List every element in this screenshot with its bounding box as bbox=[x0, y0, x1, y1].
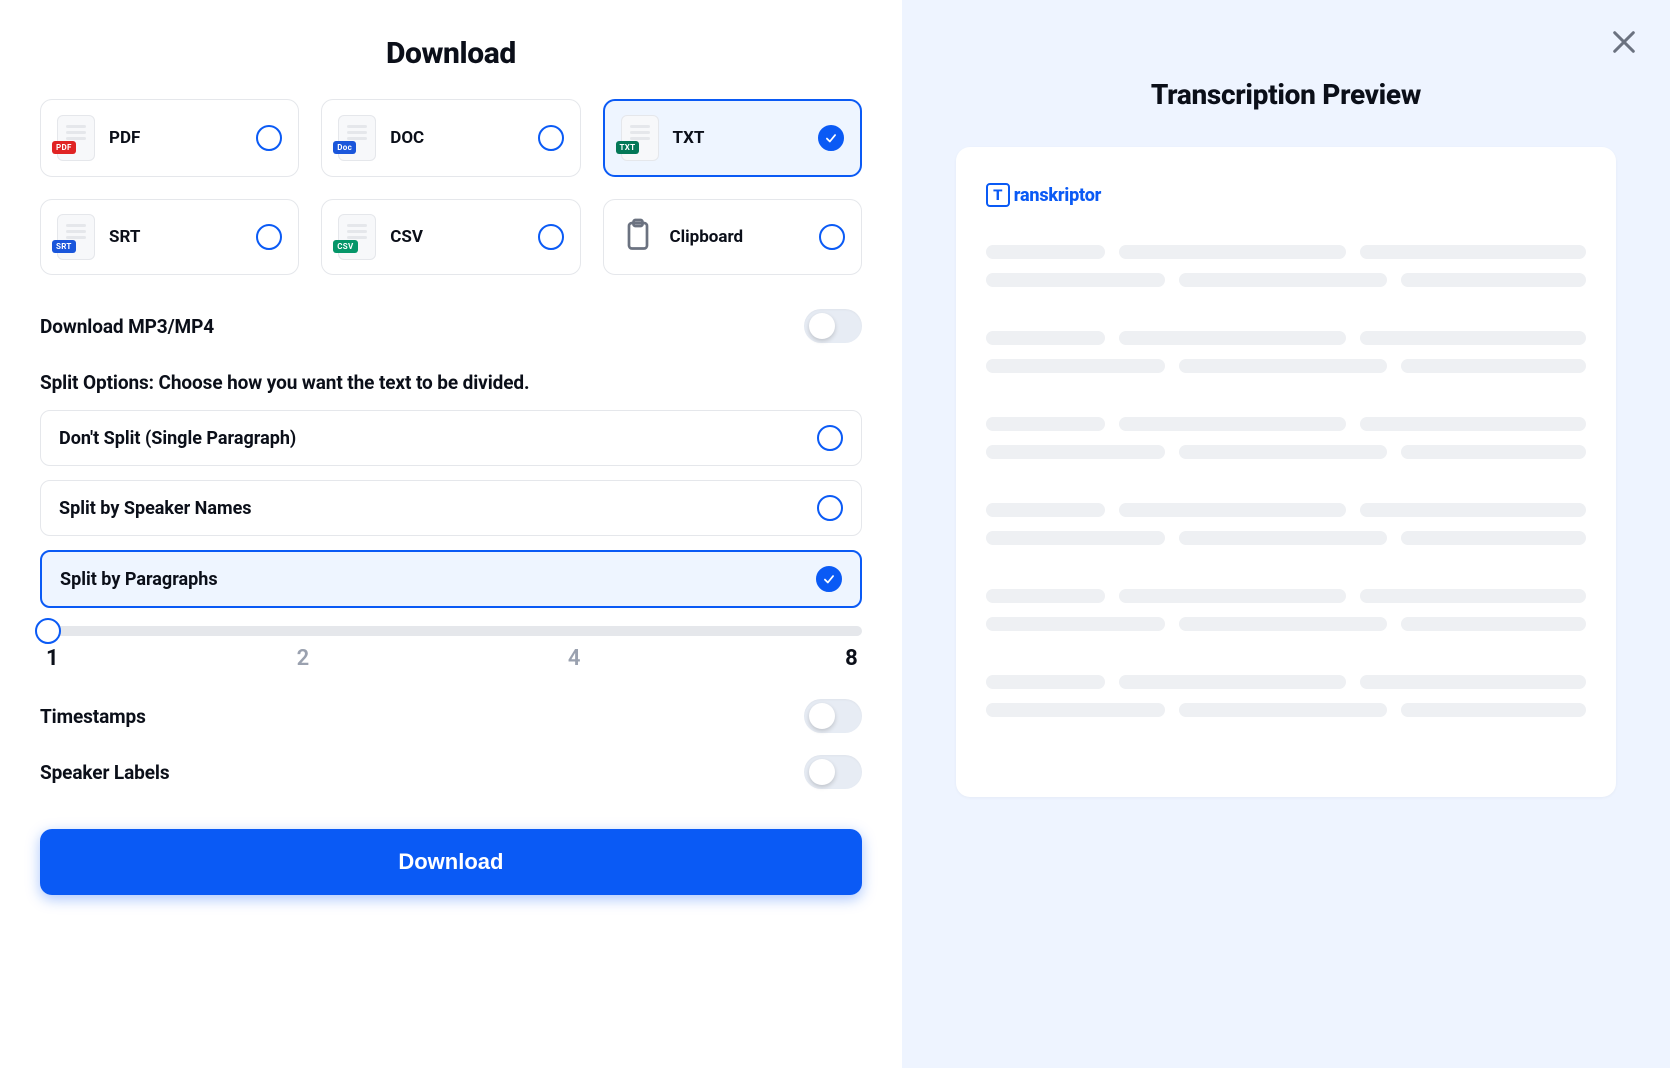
paragraph-count-slider[interactable]: 1 2 4 8 bbox=[40, 626, 862, 671]
file-badge: PDF bbox=[52, 141, 76, 154]
close-icon[interactable] bbox=[1608, 26, 1640, 58]
format-tile-txt[interactable]: TXTTXT bbox=[603, 99, 862, 177]
file-badge: Doc bbox=[333, 141, 356, 154]
slider-thumb[interactable] bbox=[35, 618, 61, 644]
format-label: Clipboard bbox=[670, 227, 744, 247]
mp3-mp4-label: Download MP3/MP4 bbox=[40, 315, 214, 338]
slider-tick-1: 1 bbox=[46, 646, 59, 671]
split-option-label: Split by Speaker Names bbox=[59, 498, 252, 519]
slider-tick-4: 4 bbox=[568, 646, 581, 671]
speaker-labels-row: Speaker Labels bbox=[40, 747, 862, 797]
download-button[interactable]: Download bbox=[40, 829, 862, 895]
split-options: Don't Split (Single Paragraph) Split by S… bbox=[40, 410, 862, 608]
file-badge: SRT bbox=[52, 240, 76, 253]
file-icon: SRT bbox=[57, 214, 95, 260]
split-option-label: Don't Split (Single Paragraph) bbox=[59, 428, 296, 449]
file-badge: TXT bbox=[616, 141, 640, 154]
file-icon: CSV bbox=[338, 214, 376, 260]
timestamps-row: Timestamps bbox=[40, 691, 862, 741]
download-dialog: Download PDFPDFDocDOCTXTTXTSRTSRTCSVCSVC… bbox=[0, 0, 1670, 1068]
split-caption: Split Options: Choose how you want the t… bbox=[40, 371, 862, 394]
file-icon: TXT bbox=[621, 115, 659, 161]
format-tile-csv[interactable]: CSVCSV bbox=[321, 199, 580, 275]
slider-track[interactable] bbox=[40, 626, 862, 636]
radio-indicator[interactable] bbox=[817, 425, 843, 451]
format-label: SRT bbox=[109, 227, 140, 247]
format-tile-pdf[interactable]: PDFPDF bbox=[40, 99, 299, 177]
preview-skeleton bbox=[986, 245, 1586, 717]
radio-indicator[interactable] bbox=[816, 566, 842, 592]
split-option[interactable]: Split by Speaker Names bbox=[40, 480, 862, 536]
radio-indicator[interactable] bbox=[256, 224, 282, 250]
radio-indicator[interactable] bbox=[819, 224, 845, 250]
download-settings-panel: Download PDFPDFDocDOCTXTTXTSRTSRTCSVCSVC… bbox=[0, 0, 902, 1068]
slider-tick-8: 8 bbox=[845, 646, 858, 671]
split-option[interactable]: Split by Paragraphs bbox=[40, 550, 862, 608]
format-tile-srt[interactable]: SRTSRT bbox=[40, 199, 299, 275]
mp3-mp4-toggle[interactable] bbox=[804, 309, 862, 343]
split-option[interactable]: Don't Split (Single Paragraph) bbox=[40, 410, 862, 466]
timestamps-label: Timestamps bbox=[40, 705, 146, 728]
file-badge: CSV bbox=[333, 240, 357, 253]
brand-logo: T ranskriptor bbox=[986, 183, 1101, 207]
preview-title: Transcription Preview bbox=[956, 78, 1616, 111]
radio-indicator[interactable] bbox=[538, 224, 564, 250]
radio-indicator[interactable] bbox=[256, 125, 282, 151]
format-label: DOC bbox=[390, 128, 424, 148]
format-label: CSV bbox=[390, 227, 423, 247]
split-option-label: Split by Paragraphs bbox=[60, 569, 218, 590]
preview-panel: Transcription Preview T ranskriptor bbox=[902, 0, 1670, 1068]
slider-tick-2: 2 bbox=[297, 646, 310, 671]
radio-indicator[interactable] bbox=[538, 125, 564, 151]
format-tile-doc[interactable]: Doc DOC bbox=[321, 99, 580, 177]
page-title: Download bbox=[40, 36, 862, 71]
speaker-labels-label: Speaker Labels bbox=[40, 761, 170, 784]
brand-text: ranskriptor bbox=[1014, 185, 1101, 206]
format-label: PDF bbox=[109, 128, 140, 148]
radio-indicator[interactable] bbox=[818, 125, 844, 151]
mp3-mp4-row: Download MP3/MP4 bbox=[40, 301, 862, 351]
preview-card: T ranskriptor bbox=[956, 147, 1616, 797]
format-tile-clipboard[interactable]: Clipboard bbox=[603, 199, 862, 275]
radio-indicator[interactable] bbox=[817, 495, 843, 521]
slider-ticks: 1 2 4 8 bbox=[40, 646, 862, 671]
file-icon: Doc bbox=[338, 115, 376, 161]
format-grid: PDFPDFDocDOCTXTTXTSRTSRTCSVCSVClipboard bbox=[40, 99, 862, 275]
clipboard-icon bbox=[620, 214, 656, 260]
timestamps-toggle[interactable] bbox=[804, 699, 862, 733]
speaker-labels-toggle[interactable] bbox=[804, 755, 862, 789]
format-label: TXT bbox=[673, 128, 705, 148]
brand-mark-icon: T bbox=[986, 183, 1010, 207]
file-icon: PDF bbox=[57, 115, 95, 161]
